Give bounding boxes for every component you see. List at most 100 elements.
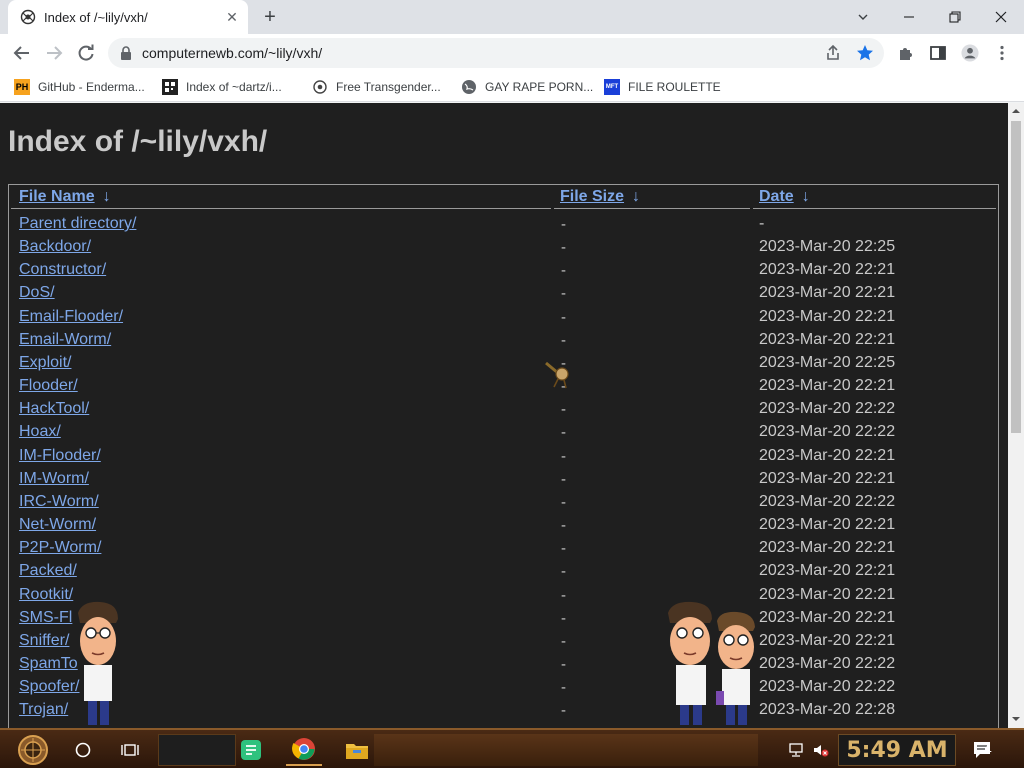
file-name-link[interactable]: IM-Worm/ xyxy=(19,470,89,488)
back-arrow-icon[interactable] xyxy=(12,43,32,63)
column-header-file-name[interactable]: File Name ↓ xyxy=(19,188,111,206)
taskbar-decoration xyxy=(374,734,758,766)
date-cell: 2023-Mar-20 22:21 xyxy=(759,330,896,348)
share-icon[interactable] xyxy=(824,44,842,62)
globe-icon xyxy=(461,79,477,95)
date-cell: 2023-Mar-20 22:21 xyxy=(759,539,896,557)
bookmark-label: GitHub - Enderma... xyxy=(38,80,145,94)
cortana-search-icon[interactable] xyxy=(68,734,98,766)
date-cell: 2023-Mar-20 22:21 xyxy=(759,284,896,302)
tab-strip: Index of /~lily/vxh/ ✕ + xyxy=(0,0,1024,34)
address-bar[interactable]: computernewb.com/~lily/vxh/ xyxy=(108,38,884,68)
file-name-link[interactable]: Rootkit/ xyxy=(19,586,73,604)
bookmark-index-dartz[interactable]: Index of ~dartz/i... xyxy=(162,78,282,96)
file-explorer-icon[interactable] xyxy=(340,734,374,766)
close-window-button[interactable] xyxy=(978,0,1024,34)
file-size-cell: - xyxy=(561,493,566,511)
file-name-link[interactable]: Flooder/ xyxy=(19,377,78,395)
page-title: Index of /~lily/vxh/ xyxy=(8,125,268,158)
page-scrollbar[interactable] xyxy=(1008,103,1024,728)
file-name-link[interactable]: IM-Flooder/ xyxy=(19,447,101,465)
header-divider xyxy=(753,208,996,209)
file-name-link[interactable]: Trojan/ xyxy=(19,701,68,719)
qr-grid-icon xyxy=(162,79,178,95)
forward-arrow-icon[interactable] xyxy=(44,43,64,63)
table-row: Net-Worm/ - 2023-Mar-20 22:21 xyxy=(9,514,998,537)
chrome-taskbar-icon[interactable] xyxy=(286,734,322,766)
table-row: Spoofer/ - 2023-Mar-20 22:22 xyxy=(9,676,998,699)
file-name-link[interactable]: Exploit/ xyxy=(19,354,71,372)
bookmark-gay-rape[interactable]: GAY RAPE PORN... xyxy=(461,78,593,96)
file-name-link[interactable]: Sniffer/ xyxy=(19,632,69,650)
date-cell: 2023-Mar-20 22:21 xyxy=(759,469,896,487)
scrollbar-thumb[interactable] xyxy=(1011,121,1021,433)
table-row: Parent directory/ - - xyxy=(9,213,998,236)
table-row: SMS-Fl - 2023-Mar-20 22:21 xyxy=(9,607,998,630)
file-name-link[interactable]: SMS-Fl xyxy=(19,609,72,627)
file-name-link[interactable]: Parent directory/ xyxy=(19,215,136,233)
side-panel-icon[interactable] xyxy=(928,43,948,63)
notes-app-icon[interactable] xyxy=(236,734,266,766)
table-row: Rootkit/ - 2023-Mar-20 22:21 xyxy=(9,584,998,607)
tab-close-icon[interactable]: ✕ xyxy=(224,9,240,25)
bookmark-free-transgender[interactable]: Free Transgender... xyxy=(312,78,441,96)
start-button[interactable] xyxy=(6,734,60,766)
directory-listing-table: File Name ↓ File Size ↓ Date ↓ Parent direc… xyxy=(8,184,999,728)
file-name-link[interactable]: Email-Worm/ xyxy=(19,331,111,349)
new-tab-button[interactable]: + xyxy=(260,7,280,27)
table-row: Email-Flooder/ - 2023-Mar-20 22:21 xyxy=(9,306,998,329)
volume-muted-icon[interactable] xyxy=(810,734,832,766)
bookmark-star-icon[interactable] xyxy=(856,44,874,62)
date-cell: - xyxy=(759,215,765,232)
file-name-link[interactable]: Packed/ xyxy=(19,562,77,580)
minimize-button[interactable] xyxy=(886,0,932,34)
bookmark-github[interactable]: PH GitHub - Enderma... xyxy=(14,78,145,96)
table-row: SpamTo - 2023-Mar-20 22:22 xyxy=(9,653,998,676)
taskbar-clock[interactable]: 5:49 AM xyxy=(838,734,956,766)
file-name-link[interactable]: DoS/ xyxy=(19,284,55,302)
scroll-down-arrow-icon[interactable] xyxy=(1012,715,1020,723)
cartoon-character-icon xyxy=(716,611,755,725)
file-size-cell: - xyxy=(561,656,566,674)
table-row: IM-Flooder/ - 2023-Mar-20 22:21 xyxy=(9,445,998,468)
file-name-link[interactable]: IRC-Worm/ xyxy=(19,493,99,511)
cartoon-character-icon xyxy=(78,601,118,725)
bookmark-label: FILE ROULETTE xyxy=(628,80,721,94)
file-size-cell: - xyxy=(561,308,566,326)
reload-icon[interactable] xyxy=(76,43,96,63)
file-name-link[interactable]: Constructor/ xyxy=(19,261,106,279)
notifications-icon[interactable]: 1 xyxy=(968,734,998,766)
table-row: DoS/ - 2023-Mar-20 22:21 xyxy=(9,282,998,305)
tab-search-chevron-icon[interactable] xyxy=(840,0,886,34)
network-icon[interactable] xyxy=(786,734,808,766)
file-size-cell: - xyxy=(561,401,566,419)
file-name-link[interactable]: Email-Flooder/ xyxy=(19,308,123,326)
extensions-puzzle-icon[interactable] xyxy=(896,43,916,63)
date-cell: 2023-Mar-20 22:21 xyxy=(759,562,896,580)
tab-active[interactable]: Index of /~lily/vxh/ ✕ xyxy=(8,0,248,34)
scroll-up-arrow-icon[interactable] xyxy=(1012,107,1020,115)
file-name-link[interactable]: P2P-Worm/ xyxy=(19,539,101,557)
date-cell: 2023-Mar-20 22:21 xyxy=(759,516,896,534)
file-name-link[interactable]: Backdoor/ xyxy=(19,238,91,256)
restore-button[interactable] xyxy=(932,0,978,34)
file-name-link[interactable]: Net-Worm/ xyxy=(19,516,96,534)
table-row: Sniffer/ - 2023-Mar-20 22:21 xyxy=(9,630,998,653)
table-row: Trojan/ - 2023-Mar-20 22:28 xyxy=(9,699,998,722)
menu-kebab-icon[interactable] xyxy=(992,43,1012,63)
spider-favicon-icon xyxy=(20,9,36,25)
file-name-link[interactable]: Hoax/ xyxy=(19,423,61,441)
file-name-link[interactable]: HackTool/ xyxy=(19,400,89,418)
column-header-date[interactable]: Date ↓ xyxy=(759,188,810,206)
table-row: Backdoor/ - 2023-Mar-20 22:25 xyxy=(9,236,998,259)
lock-icon[interactable] xyxy=(120,46,132,60)
file-size-cell: - xyxy=(561,331,566,349)
url-text[interactable]: computernewb.com/~lily/vxh/ xyxy=(142,45,322,61)
task-view-icon[interactable] xyxy=(114,734,146,766)
notification-count-badge: 1 xyxy=(986,744,992,755)
column-header-file-size[interactable]: File Size ↓ xyxy=(560,188,640,206)
profile-avatar-icon[interactable] xyxy=(960,43,980,63)
bookmark-file-roulette[interactable]: MFT FILE ROULETTE xyxy=(604,78,721,96)
file-name-link[interactable]: SpamTo xyxy=(19,655,78,673)
file-name-link[interactable]: Spoofer/ xyxy=(19,678,79,696)
